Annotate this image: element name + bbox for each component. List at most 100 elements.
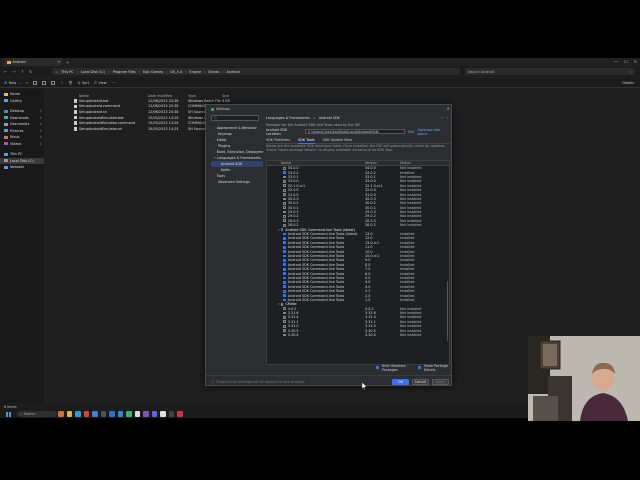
delete-icon[interactable]: 🗑	[68, 81, 72, 85]
terminal-icon[interactable]	[100, 411, 106, 417]
breadcrumb-2[interactable]: Program Files	[113, 70, 136, 74]
address-bar[interactable]: ▭ This PC › Local Disk (C:) › Program File…	[52, 68, 460, 75]
chrome-icon[interactable]	[83, 411, 89, 417]
minimize-icon[interactable]: —	[614, 59, 618, 64]
breadcrumb-6[interactable]: Extras	[208, 70, 219, 74]
copy-icon[interactable]	[33, 80, 38, 85]
optimize-disk-space-link[interactable]: Optimize disk space	[417, 128, 450, 136]
header-version[interactable]: Version	[365, 161, 400, 165]
package-checkbox[interactable]	[283, 215, 286, 218]
chevron-right-icon[interactable]: ›	[214, 174, 215, 178]
col-date[interactable]: Date modified	[148, 94, 188, 98]
package-checkbox[interactable]	[283, 263, 286, 267]
new-button[interactable]: ⊕ New ⌄	[4, 80, 21, 85]
view-button[interactable]: ☰ View	[94, 81, 107, 85]
breadcrumb-0[interactable]: This PC	[61, 70, 73, 74]
package-checkbox[interactable]	[283, 241, 286, 245]
sdk-location-field[interactable]: C:\Users\User\AppData\Local\Android\Sdk	[305, 128, 405, 135]
tab-sdk-tools[interactable]: SDK Tools	[298, 137, 315, 144]
settings-nav-item[interactable]: Advanced Settings	[211, 179, 263, 185]
sidebar-item[interactable]: Gallery	[0, 98, 44, 105]
package-checkbox[interactable]	[283, 188, 286, 192]
table-scrollbar[interactable]	[446, 281, 448, 341]
cancel-button[interactable]: Cancel	[412, 379, 429, 385]
package-checkbox[interactable]	[283, 298, 286, 302]
share-icon[interactable]: ⇪	[60, 81, 63, 85]
breadcrumb-3[interactable]: Epic Games	[143, 70, 163, 74]
package-checkbox[interactable]	[280, 228, 284, 232]
history-arrows[interactable]: ← →	[441, 116, 448, 120]
package-checkbox[interactable]	[283, 276, 286, 280]
search-input[interactable]: Search Android ⌕	[465, 68, 635, 75]
explorer-tab[interactable]: Android ✕	[4, 58, 62, 66]
package-checkbox[interactable]	[283, 197, 286, 201]
col-type[interactable]: Type	[188, 94, 222, 98]
vs-icon[interactable]	[143, 411, 149, 417]
package-checkbox[interactable]	[283, 280, 286, 284]
explorer-icon[interactable]	[66, 411, 72, 417]
sidebar-item[interactable]: Videos ⚲	[0, 141, 44, 148]
dialog-close-icon[interactable]: ✕	[447, 106, 450, 111]
chevron-down-icon[interactable]: ▾	[278, 302, 280, 306]
package-checkbox[interactable]	[283, 250, 286, 253]
package-checkbox[interactable]	[283, 324, 286, 328]
cut-icon[interactable]: ✂	[26, 81, 29, 85]
package-checkbox[interactable]	[283, 201, 286, 205]
start-icon[interactable]	[6, 411, 11, 417]
header-name[interactable]: Name	[267, 161, 365, 165]
package-checkbox[interactable]	[283, 267, 286, 271]
breadcrumb-5[interactable]: Engine	[189, 70, 201, 74]
epic-icon[interactable]	[134, 411, 140, 417]
app-icon[interactable]	[177, 411, 183, 417]
back-arrow-icon[interactable]: ←	[4, 69, 7, 74]
discord-icon[interactable]	[151, 411, 157, 417]
package-checkbox[interactable]	[283, 171, 286, 174]
package-checkbox[interactable]	[283, 289, 286, 293]
package-checkbox[interactable]	[283, 316, 286, 319]
maximize-icon[interactable]: ☐	[624, 59, 628, 64]
package-checkbox[interactable]	[283, 193, 286, 196]
package-checkbox[interactable]	[283, 285, 286, 289]
android-studio-icon[interactable]	[126, 411, 132, 417]
package-checkbox[interactable]	[283, 245, 286, 249]
package-checkbox[interactable]	[283, 254, 286, 258]
rename-icon[interactable]	[51, 80, 56, 85]
col-size[interactable]: Size	[222, 94, 242, 98]
sort-button[interactable]: ⇅ Sort	[78, 81, 89, 85]
package-checkbox[interactable]	[283, 206, 286, 210]
package-checkbox[interactable]	[283, 333, 286, 337]
breadcrumb-4[interactable]: UE_5.4	[170, 70, 182, 74]
package-checkbox[interactable]	[283, 320, 286, 324]
more-button[interactable]: ···	[112, 81, 115, 85]
package-checkbox[interactable]	[283, 272, 286, 275]
edit-link[interactable]: Edit	[408, 130, 415, 134]
obs-icon[interactable]	[168, 411, 174, 417]
sidebar-item[interactable]: Network	[0, 164, 44, 171]
tab-sdk-platforms[interactable]: SDK Platforms	[266, 137, 290, 144]
package-checkbox[interactable]	[280, 302, 284, 306]
package-checkbox[interactable]	[283, 311, 286, 315]
chevron-right-icon[interactable]: ›	[214, 138, 215, 142]
chevron-right-icon[interactable]: ›	[214, 126, 215, 130]
store-icon[interactable]	[92, 411, 98, 417]
package-checkbox[interactable]	[283, 166, 286, 170]
chevron-down-icon[interactable]: ▾	[278, 228, 280, 232]
ok-button[interactable]: OK	[392, 379, 409, 385]
package-checkbox[interactable]	[283, 258, 286, 262]
tab-close-icon[interactable]: ✕	[58, 60, 61, 64]
package-checkbox[interactable]	[283, 307, 286, 311]
breadcrumb-1[interactable]: Local Disk (C:)	[81, 70, 105, 74]
show-details-checkbox[interactable]: Show Package Details	[417, 364, 451, 372]
header-status[interactable]: Status	[400, 161, 440, 165]
close-icon[interactable]: ✕	[634, 59, 637, 64]
forward-arrow-icon[interactable]: →	[12, 69, 15, 74]
photos-icon[interactable]	[109, 411, 115, 417]
package-checkbox[interactable]	[283, 237, 286, 240]
package-checkbox[interactable]	[283, 179, 286, 183]
package-checkbox[interactable]	[283, 329, 286, 333]
package-row[interactable]: 3.30.4 3.30.4 Not installed	[267, 333, 449, 337]
package-checkbox[interactable]	[283, 232, 286, 236]
task-view-icon[interactable]	[58, 411, 64, 417]
package-checkbox[interactable]	[283, 294, 286, 297]
crumb-parent[interactable]: Languages & Frameworks	[266, 116, 310, 120]
